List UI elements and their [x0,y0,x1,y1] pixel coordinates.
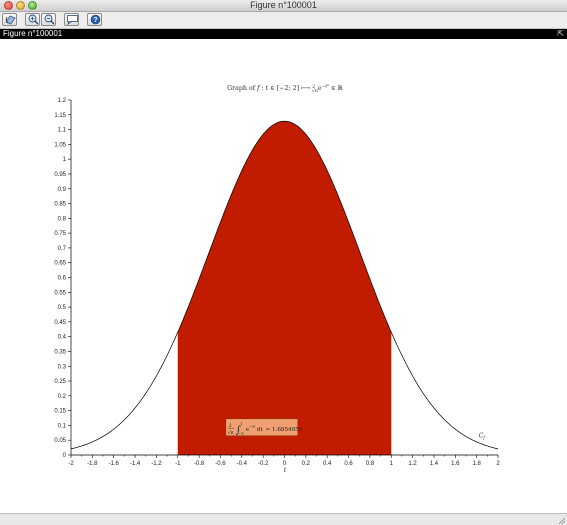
undock-icon[interactable]: ⇱ [557,29,564,39]
zoom-in-icon [28,14,39,25]
x-tick-label: -0.8 [194,461,205,467]
x-tick-label: -1.6 [109,461,120,467]
y-tick-label: 1.1 [58,128,67,134]
x-tick-label: -1.4 [130,461,141,467]
y-tick-label: 0.55 [54,290,66,296]
integral-annotation: 2 √π ∫1 −1e−t²dt ≈ 1.6854056 [225,418,303,437]
rotate-icon [5,15,16,25]
x-tick-label: -0.4 [237,461,248,467]
figure-dock-bar: Figure n°100001 ⇱ [0,29,567,39]
y-tick-label: 0.4 [58,335,67,341]
zoom-in-button[interactable] [25,13,40,26]
y-tick-label: 0.6 [58,276,67,282]
x-tick-label: 1 [390,461,394,467]
y-tick-label: 0.95 [54,172,66,178]
y-tick-label: 1.2 [58,98,67,104]
x-axis-label: t [284,466,287,474]
x-tick-label: -2 [68,461,74,467]
datatip-button[interactable] [64,13,79,26]
x-tick-label: -0.2 [258,461,269,467]
x-tick-label: 1.8 [472,461,481,467]
window-titlebar: Figure n°100001 [0,0,567,12]
status-bar [0,513,567,525]
y-tick-label: 1 [63,157,67,163]
y-tick-label: 0.85 [54,202,66,208]
y-tick-label: 0.1 [58,423,67,429]
svg-text:?: ? [93,17,97,24]
y-tick-label: 1.05 [54,142,66,148]
y-tick-label: 1.15 [54,113,66,119]
help-button[interactable]: ? [87,13,102,26]
x-tick-label: 1.6 [451,461,460,467]
y-tick-label: 0.35 [54,349,66,355]
rotate-button[interactable] [2,13,17,26]
zoom-out-button[interactable] [41,13,56,26]
x-tick-label: 1.2 [408,461,417,467]
y-tick-label: 0.25 [54,379,66,385]
datatip-icon [67,15,78,25]
y-tick-label: 0.2 [58,394,67,400]
y-tick-label: 0.75 [54,231,66,237]
chart: -2 -1.8 -1.6 -1.4 -1.2 -1 -0.8 -0.6 -0.4 -0.2 0 0.2… [54,83,500,474]
zoom-out-icon [44,14,55,25]
x-tick-label: -0.6 [215,461,226,467]
toolbar: ? [0,12,567,29]
x-tick-label: 0.8 [366,461,375,467]
x-tick-label: 1.4 [430,461,439,467]
x-tick-label: 0.6 [344,461,353,467]
plot-canvas[interactable]: -2 -1.8 -1.6 -1.4 -1.2 -1 -0.8 -0.6 -0.4 -0.2 0 0.2… [0,39,567,513]
x-tick-label: -1.2 [151,461,162,467]
y-tick-label: 0.45 [54,320,66,326]
y-tick-label: 0.8 [58,216,67,222]
x-tick-label: -1 [175,461,181,467]
figure-label: Figure n°100001 [3,29,63,38]
y-tick-label: 0.3 [58,364,67,370]
y-tick-label: 0 [63,453,67,459]
curve-label: Cf [479,432,487,440]
window-title: Figure n°100001 [250,0,317,10]
shaded-integral-area [177,121,392,455]
y-tick-label: 0.5 [58,305,67,311]
x-tick-label: -1.8 [87,461,98,467]
help-icon: ? [90,14,101,25]
x-tick-label: 2 [496,461,500,467]
chart-title: Graph of f : t ∈ [−2; 2] ⟼ 2 √πe−t² ∈ ℝ [227,83,344,94]
y-tick-label: 0.7 [58,246,67,252]
y-tick-label: 0.65 [54,261,66,267]
x-tick-label: 0.4 [323,461,332,467]
x-tick-label: 0.2 [302,461,311,467]
y-tick-label: 0.05 [54,438,66,444]
resize-grip-icon[interactable] [557,516,565,524]
y-tick-label: 0.15 [54,409,66,415]
y-tick-label: 0.9 [58,187,67,193]
